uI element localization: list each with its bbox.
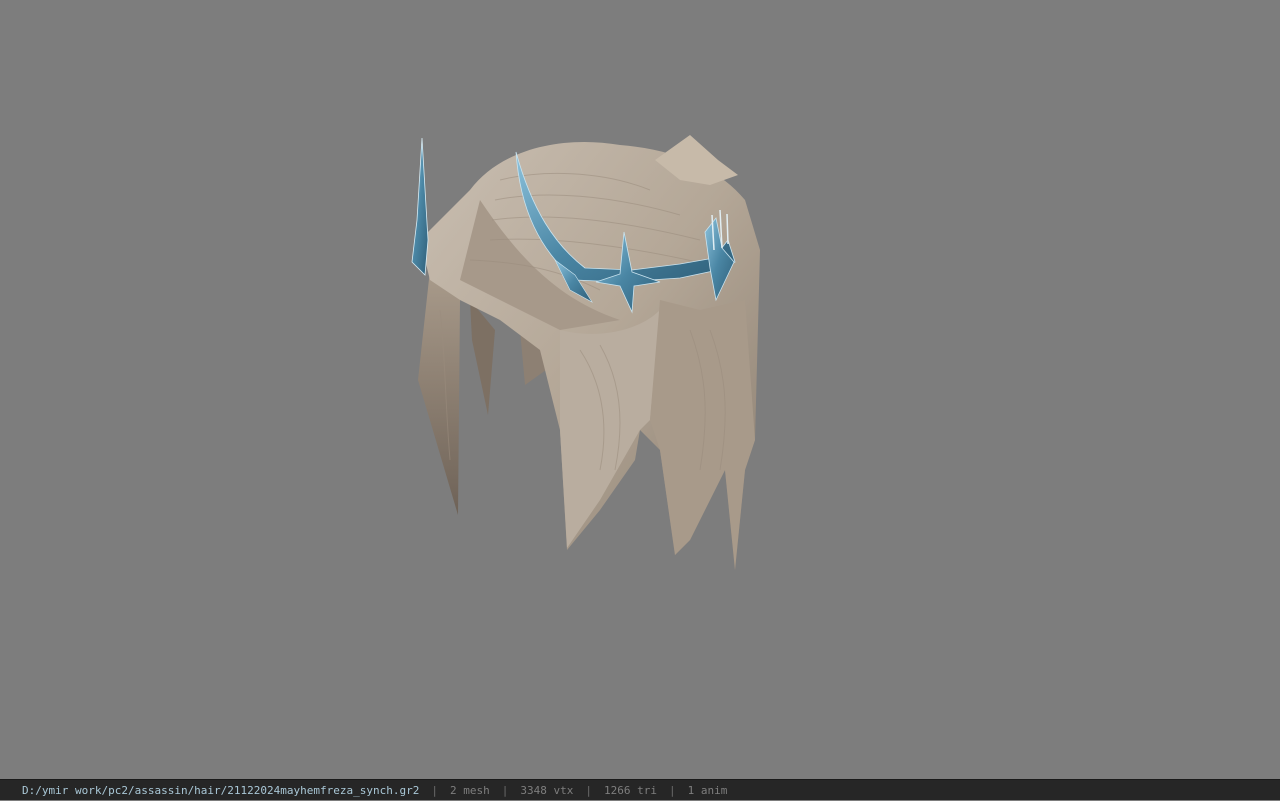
status-separator: | bbox=[668, 783, 676, 797]
mesh-count-label: 2 mesh bbox=[449, 783, 490, 797]
triangle-count-label: 1266 tri bbox=[603, 783, 657, 797]
anim-count-label: 1 anim bbox=[687, 783, 728, 797]
status-separator: | bbox=[501, 783, 509, 797]
vertex-count-label: 3348 vtx bbox=[520, 783, 574, 797]
status-separator: | bbox=[585, 783, 592, 797]
hair-main bbox=[420, 142, 760, 570]
file-path-label: D:/ymir work/pc2/assassin/hair/21122024m… bbox=[22, 783, 420, 797]
crown-side-blade bbox=[411, 137, 429, 276]
3d-viewport[interactable] bbox=[0, 0, 1280, 779]
status-separator: | bbox=[431, 783, 438, 797]
hair-model bbox=[411, 135, 760, 570]
status-bar: D:/ymir work/pc2/assassin/hair/21122024m… bbox=[0, 779, 1280, 800]
